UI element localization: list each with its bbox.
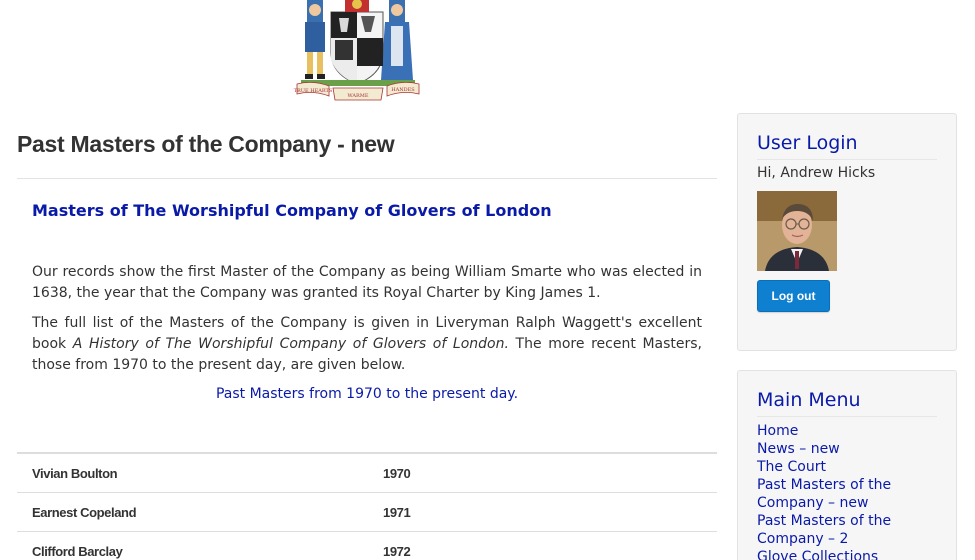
master-name: Earnest Copeland [17, 492, 368, 532]
master-name: Vivian Boulton [17, 452, 368, 493]
user-greeting: Hi, Andrew Hicks [757, 165, 876, 181]
motto-center: WARME [347, 93, 368, 99]
main-menu-title: Main Menu [757, 389, 937, 417]
company-crest-logo[interactable]: TRUE HEARTS WARME HANDES [293, 0, 423, 102]
user-login-block: User Login Hi, Andrew Hicks Log out [737, 113, 957, 351]
main-menu-list: Home News – new The Court Past Masters o… [757, 422, 937, 560]
menu-item-glove-collections[interactable]: Glove Collections [757, 548, 937, 560]
user-avatar[interactable] [757, 191, 837, 271]
past-masters-table: Vivian Boulton 1970 Earnest Copeland 197… [17, 452, 717, 560]
intro-paragraph-1: Our records show the first Master of the… [32, 264, 702, 301]
motto-right: HANDES [391, 87, 415, 93]
master-year: 1971 [368, 492, 717, 532]
menu-item-past-masters-new[interactable]: Past Masters of the Company – new [757, 476, 937, 512]
user-login-title: User Login [757, 132, 937, 160]
page: TRUE HEARTS WARME HANDES Past Masters of… [0, 0, 975, 560]
menu-item-home[interactable]: Home [757, 422, 937, 440]
past-masters-anchor-link[interactable]: Past Masters from 1970 to the present da… [32, 386, 702, 402]
menu-item-past-masters-2[interactable]: Past Masters of the Company – 2 [757, 512, 937, 548]
content-subtitle: Masters of The Worshipful Company of Glo… [32, 201, 552, 220]
intro-paragraph-2: The full list of the Masters of the Comp… [32, 313, 702, 376]
title-divider [17, 178, 717, 179]
menu-item-the-court[interactable]: The Court [757, 458, 937, 476]
logout-button[interactable]: Log out [757, 280, 830, 312]
motto-left: TRUE HEARTS [294, 88, 333, 94]
table-row: Vivian Boulton 1970 [17, 452, 717, 493]
main-menu-block: Main Menu Home News – new The Court Past… [737, 370, 957, 560]
master-year: 1972 [368, 531, 717, 560]
intro-text: Our records show the first Master of the… [32, 262, 702, 385]
page-title: Past Masters of the Company - new [17, 131, 395, 157]
book-title: A History of The Worshipful Company of G… [72, 336, 509, 352]
master-name: Clifford Barclay [17, 531, 368, 560]
menu-item-news[interactable]: News – new [757, 440, 937, 458]
table-row: Earnest Copeland 1971 [17, 492, 717, 532]
master-year: 1970 [368, 452, 717, 493]
table-row: Clifford Barclay 1972 [17, 531, 717, 560]
